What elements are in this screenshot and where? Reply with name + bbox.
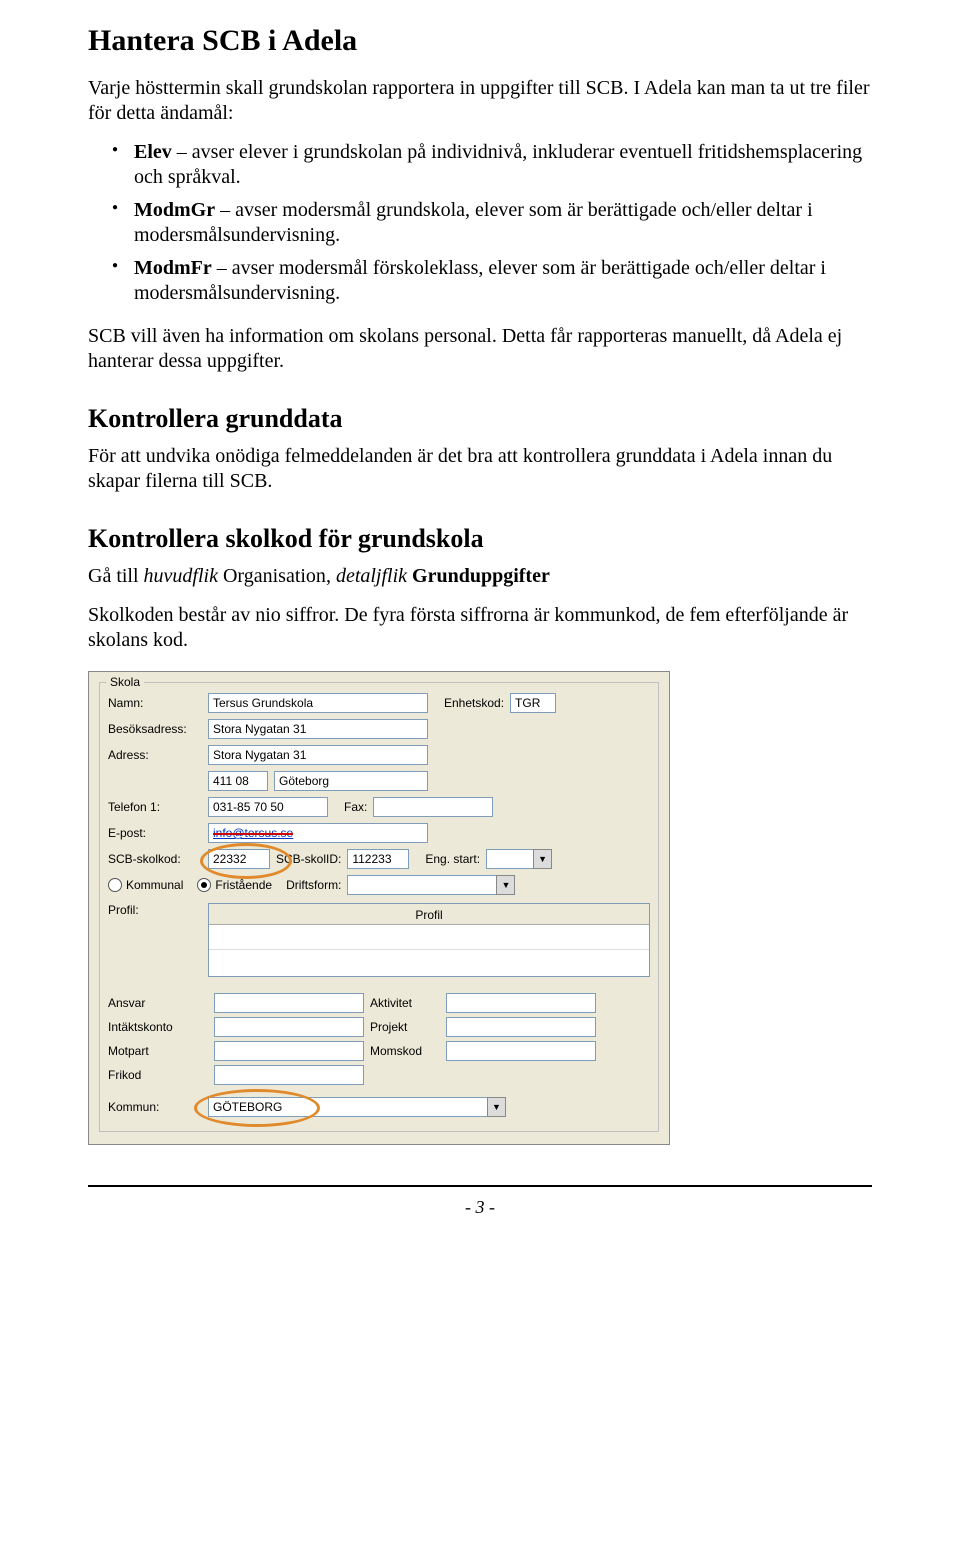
- fax-label: Fax:: [344, 800, 367, 814]
- chevron-down-icon[interactable]: ▼: [533, 849, 552, 869]
- chevron-down-icon[interactable]: ▼: [487, 1097, 506, 1117]
- profil-label: Profil:: [108, 903, 208, 917]
- skolkod-paragraph: Skolkoden består av nio siffror. De fyra…: [88, 603, 872, 653]
- page-number: - 3 -: [88, 1197, 872, 1218]
- postnr-field[interactable]: 411 08: [208, 771, 268, 791]
- eng-start-label: Eng. start:: [425, 852, 480, 866]
- telefon-field[interactable]: 031-85 70 50: [208, 797, 328, 817]
- enhetskod-label: Enhetskod:: [444, 696, 504, 710]
- modmfr-label: ModmFr: [134, 257, 212, 279]
- list-item: ModmGr – avser modersmål grundskola, ele…: [134, 198, 872, 248]
- section-kontrollera-skolkod: Kontrollera skolkod för grundskola: [88, 524, 872, 554]
- epost-field[interactable]: info@tersus.se: [208, 823, 428, 843]
- accounting-grid: Ansvar Aktivitet Intäktskonto Projekt Mo…: [108, 993, 650, 1085]
- namn-field[interactable]: Tersus Grundskola: [208, 693, 428, 713]
- profil-row[interactable]: [209, 927, 649, 950]
- scb-skolkod-field[interactable]: 22332: [208, 849, 270, 869]
- driftsform-label: Driftsform:: [286, 878, 341, 892]
- list-item: ModmFr – avser modersmål förskoleklass, …: [134, 256, 872, 306]
- skola-form: Skola Namn: Tersus Grundskola Enhetskod:…: [88, 671, 670, 1145]
- personal-note: SCB vill även ha information om skolans …: [88, 324, 872, 374]
- file-types-list: Elev – avser elever i grundskolan på ind…: [88, 140, 872, 306]
- kommun-field[interactable]: GÖTEBORG: [208, 1097, 488, 1117]
- enhetskod-field[interactable]: TGR: [510, 693, 556, 713]
- fax-field[interactable]: [373, 797, 493, 817]
- aktivitet-label: Aktivitet: [370, 996, 440, 1010]
- page-title: Hantera SCB i Adela: [88, 24, 872, 58]
- modmgr-label: ModmGr: [134, 199, 215, 221]
- ansvar-label: Ansvar: [108, 996, 208, 1010]
- driftsform-field[interactable]: [347, 875, 497, 895]
- list-item: Elev – avser elever i grundskolan på ind…: [134, 140, 872, 190]
- ansvar-field[interactable]: [214, 993, 364, 1013]
- scb-skolid-label: SCB-skolID:: [276, 852, 341, 866]
- namn-label: Namn:: [108, 696, 208, 710]
- projekt-label: Projekt: [370, 1020, 440, 1034]
- motpart-field[interactable]: [214, 1041, 364, 1061]
- eng-start-field[interactable]: [486, 849, 534, 869]
- kommun-label: Kommun:: [108, 1100, 208, 1114]
- elev-label: Elev: [134, 141, 172, 163]
- intaktskonto-label: Intäktskonto: [108, 1020, 208, 1034]
- profil-column-header: Profil: [209, 904, 649, 925]
- grunddata-paragraph: För att undvika onödiga felmeddelanden ä…: [88, 444, 872, 494]
- ort-field[interactable]: Göteborg: [274, 771, 428, 791]
- besoksadress-field[interactable]: Stora Nygatan 31: [208, 719, 428, 739]
- aktivitet-field[interactable]: [446, 993, 596, 1013]
- adress-label: Adress:: [108, 748, 208, 762]
- fristaende-radio[interactable]: Fristående: [197, 878, 272, 892]
- footer-rule: [88, 1185, 872, 1187]
- momskod-label: Momskod: [370, 1044, 440, 1058]
- groupbox-legend: Skola: [106, 675, 144, 689]
- adress-field[interactable]: Stora Nygatan 31: [208, 745, 428, 765]
- profil-row[interactable]: [209, 952, 649, 974]
- intaktskonto-field[interactable]: [214, 1017, 364, 1037]
- chevron-down-icon[interactable]: ▼: [496, 875, 515, 895]
- strikethrough-icon: [213, 833, 293, 835]
- epost-label: E-post:: [108, 826, 208, 840]
- frikod-field[interactable]: [214, 1065, 364, 1085]
- scb-skolkod-label: SCB-skolkod:: [108, 852, 208, 866]
- section-kontrollera-grunddata: Kontrollera grunddata: [88, 404, 872, 434]
- momskod-field[interactable]: [446, 1041, 596, 1061]
- scb-skolid-field[interactable]: 112233: [347, 849, 409, 869]
- besoksadress-label: Besöksadress:: [108, 722, 208, 736]
- intro-paragraph: Varje hösttermin skall grundskolan rappo…: [88, 76, 872, 126]
- telefon-label: Telefon 1:: [108, 800, 208, 814]
- projekt-field[interactable]: [446, 1017, 596, 1037]
- nav-instruction: Gå till huvudflik Organisation, detaljfl…: [88, 564, 872, 589]
- motpart-label: Motpart: [108, 1044, 208, 1058]
- kommunal-radio[interactable]: Kommunal: [108, 878, 183, 892]
- frikod-label: Frikod: [108, 1068, 208, 1082]
